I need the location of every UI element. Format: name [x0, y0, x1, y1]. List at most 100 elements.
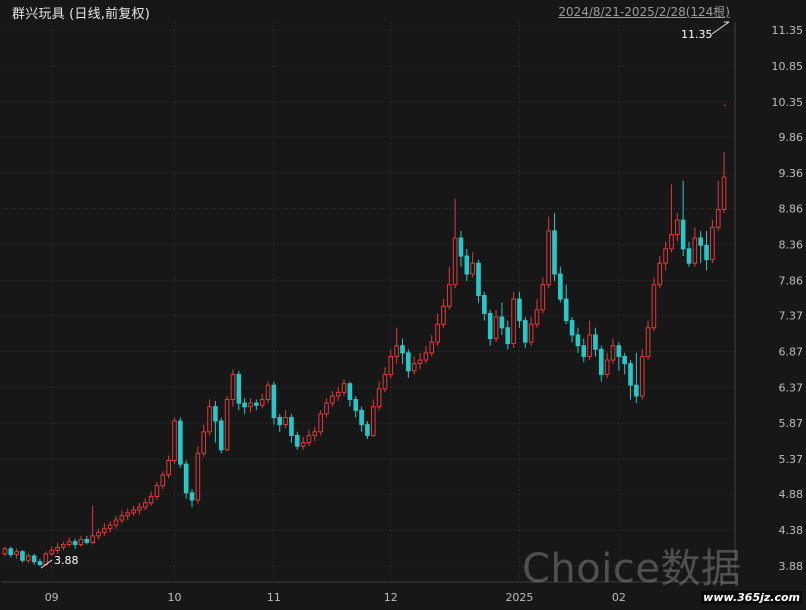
candle-body: [365, 424, 370, 436]
x-tick-label: 09: [45, 591, 59, 604]
candle-body: [540, 284, 546, 311]
y-tick-label: 3.88: [779, 560, 804, 573]
candle-body: [715, 208, 721, 228]
candle-body: [581, 345, 587, 357]
candle-body: [125, 512, 131, 517]
candle-body: [680, 219, 686, 250]
candle: [265, 381, 271, 404]
candle-body: [370, 406, 376, 436]
candle-body: [248, 402, 253, 408]
candle-body: [195, 452, 201, 501]
candle-body: [230, 373, 236, 401]
candle-body: [499, 316, 505, 329]
candle-body: [674, 219, 680, 235]
candle-body: [710, 226, 715, 261]
candle-body: [312, 431, 318, 436]
candle-body: [698, 237, 704, 246]
candle-body: [417, 359, 423, 365]
candle-body: [259, 399, 265, 406]
candle-body: [406, 352, 411, 372]
candle-body: [172, 420, 177, 462]
candle-body: [534, 309, 540, 325]
candle-body: [639, 355, 645, 397]
candle-body: [31, 555, 37, 563]
y-tick-label: 5.87: [779, 417, 804, 430]
candle-body: [575, 334, 581, 347]
candle-body: [452, 237, 458, 286]
candle-body: [704, 244, 709, 261]
y-tick-label: 10.35: [772, 96, 804, 109]
candle-body: [201, 431, 207, 454]
candle-body: [482, 294, 487, 314]
candle-body: [242, 402, 247, 408]
candle-body: [306, 434, 312, 444]
candle-body: [90, 535, 95, 543]
y-tick-label: 9.86: [779, 131, 804, 144]
candle-body: [213, 406, 218, 422]
candle: [20, 550, 25, 563]
candle-body: [563, 298, 569, 322]
candle-body: [394, 345, 399, 357]
chart-background: [0, 0, 806, 606]
candle-body: [265, 384, 271, 401]
candle-body: [569, 320, 575, 336]
candle-body: [528, 323, 534, 343]
candle-body: [96, 531, 101, 537]
candle-body: [84, 538, 90, 543]
x-tick-label: 10: [167, 591, 181, 604]
candle-body: [318, 413, 323, 433]
candle-body: [587, 334, 592, 357]
candle-body: [645, 327, 651, 357]
candle-body: [411, 363, 417, 372]
candle: [318, 410, 323, 436]
y-tick-label: 4.38: [779, 524, 804, 537]
candle-body: [119, 515, 125, 521]
low-label: 3.88: [54, 554, 78, 567]
candle-body: [604, 359, 610, 375]
candle-body: [283, 416, 288, 426]
watermark-brand: Choice数据: [522, 546, 742, 592]
candle-body: [505, 327, 511, 345]
candle-body: [347, 383, 353, 401]
date-range-link[interactable]: 2024/8/21-2025/2/28(124根): [558, 3, 730, 20]
candle-body: [552, 230, 557, 275]
candle-body: [335, 391, 341, 397]
candle-body: [692, 237, 698, 264]
candle-body: [487, 312, 493, 340]
candle-body: [593, 334, 598, 350]
candle-body: [137, 506, 142, 511]
y-tick-label: 8.86: [779, 203, 804, 216]
candle-body: [341, 383, 347, 393]
candle: [218, 417, 224, 454]
high-label: 11.35: [681, 28, 713, 41]
candle-body: [546, 230, 551, 286]
candle-body: [470, 262, 475, 275]
chart-canvas: 11.35 10.85 10.35 9.86 9.36 8.86 8.36 7.86 7.37 6…: [0, 0, 806, 606]
candle-body: [207, 406, 212, 433]
candle-body: [49, 549, 55, 555]
candle-body: [166, 460, 171, 476]
candle-body: [224, 399, 230, 451]
candle: [195, 446, 201, 504]
candle-body: [55, 546, 60, 551]
candle-body: [37, 561, 43, 566]
y-tick-label: 10.85: [772, 60, 804, 73]
candle-body: [429, 341, 435, 354]
candle: [639, 349, 645, 400]
candle: [183, 460, 189, 499]
chart-title: 群兴玩具 (日线,前复权): [12, 7, 151, 22]
candle-body: [160, 474, 166, 487]
candle-body: [669, 233, 674, 250]
candle-body: [102, 528, 107, 533]
candle-body: [686, 248, 692, 264]
candle-body: [294, 434, 300, 447]
candle-body: [423, 352, 429, 361]
candle-body: [376, 388, 382, 408]
candle: [511, 291, 516, 348]
candle-body: [651, 284, 657, 329]
candle-body: [271, 384, 277, 418]
candle-body: [353, 399, 359, 411]
candle-body: [610, 345, 616, 361]
candle-body: [622, 355, 627, 365]
watermark-url: www.365jz.com: [701, 591, 802, 604]
